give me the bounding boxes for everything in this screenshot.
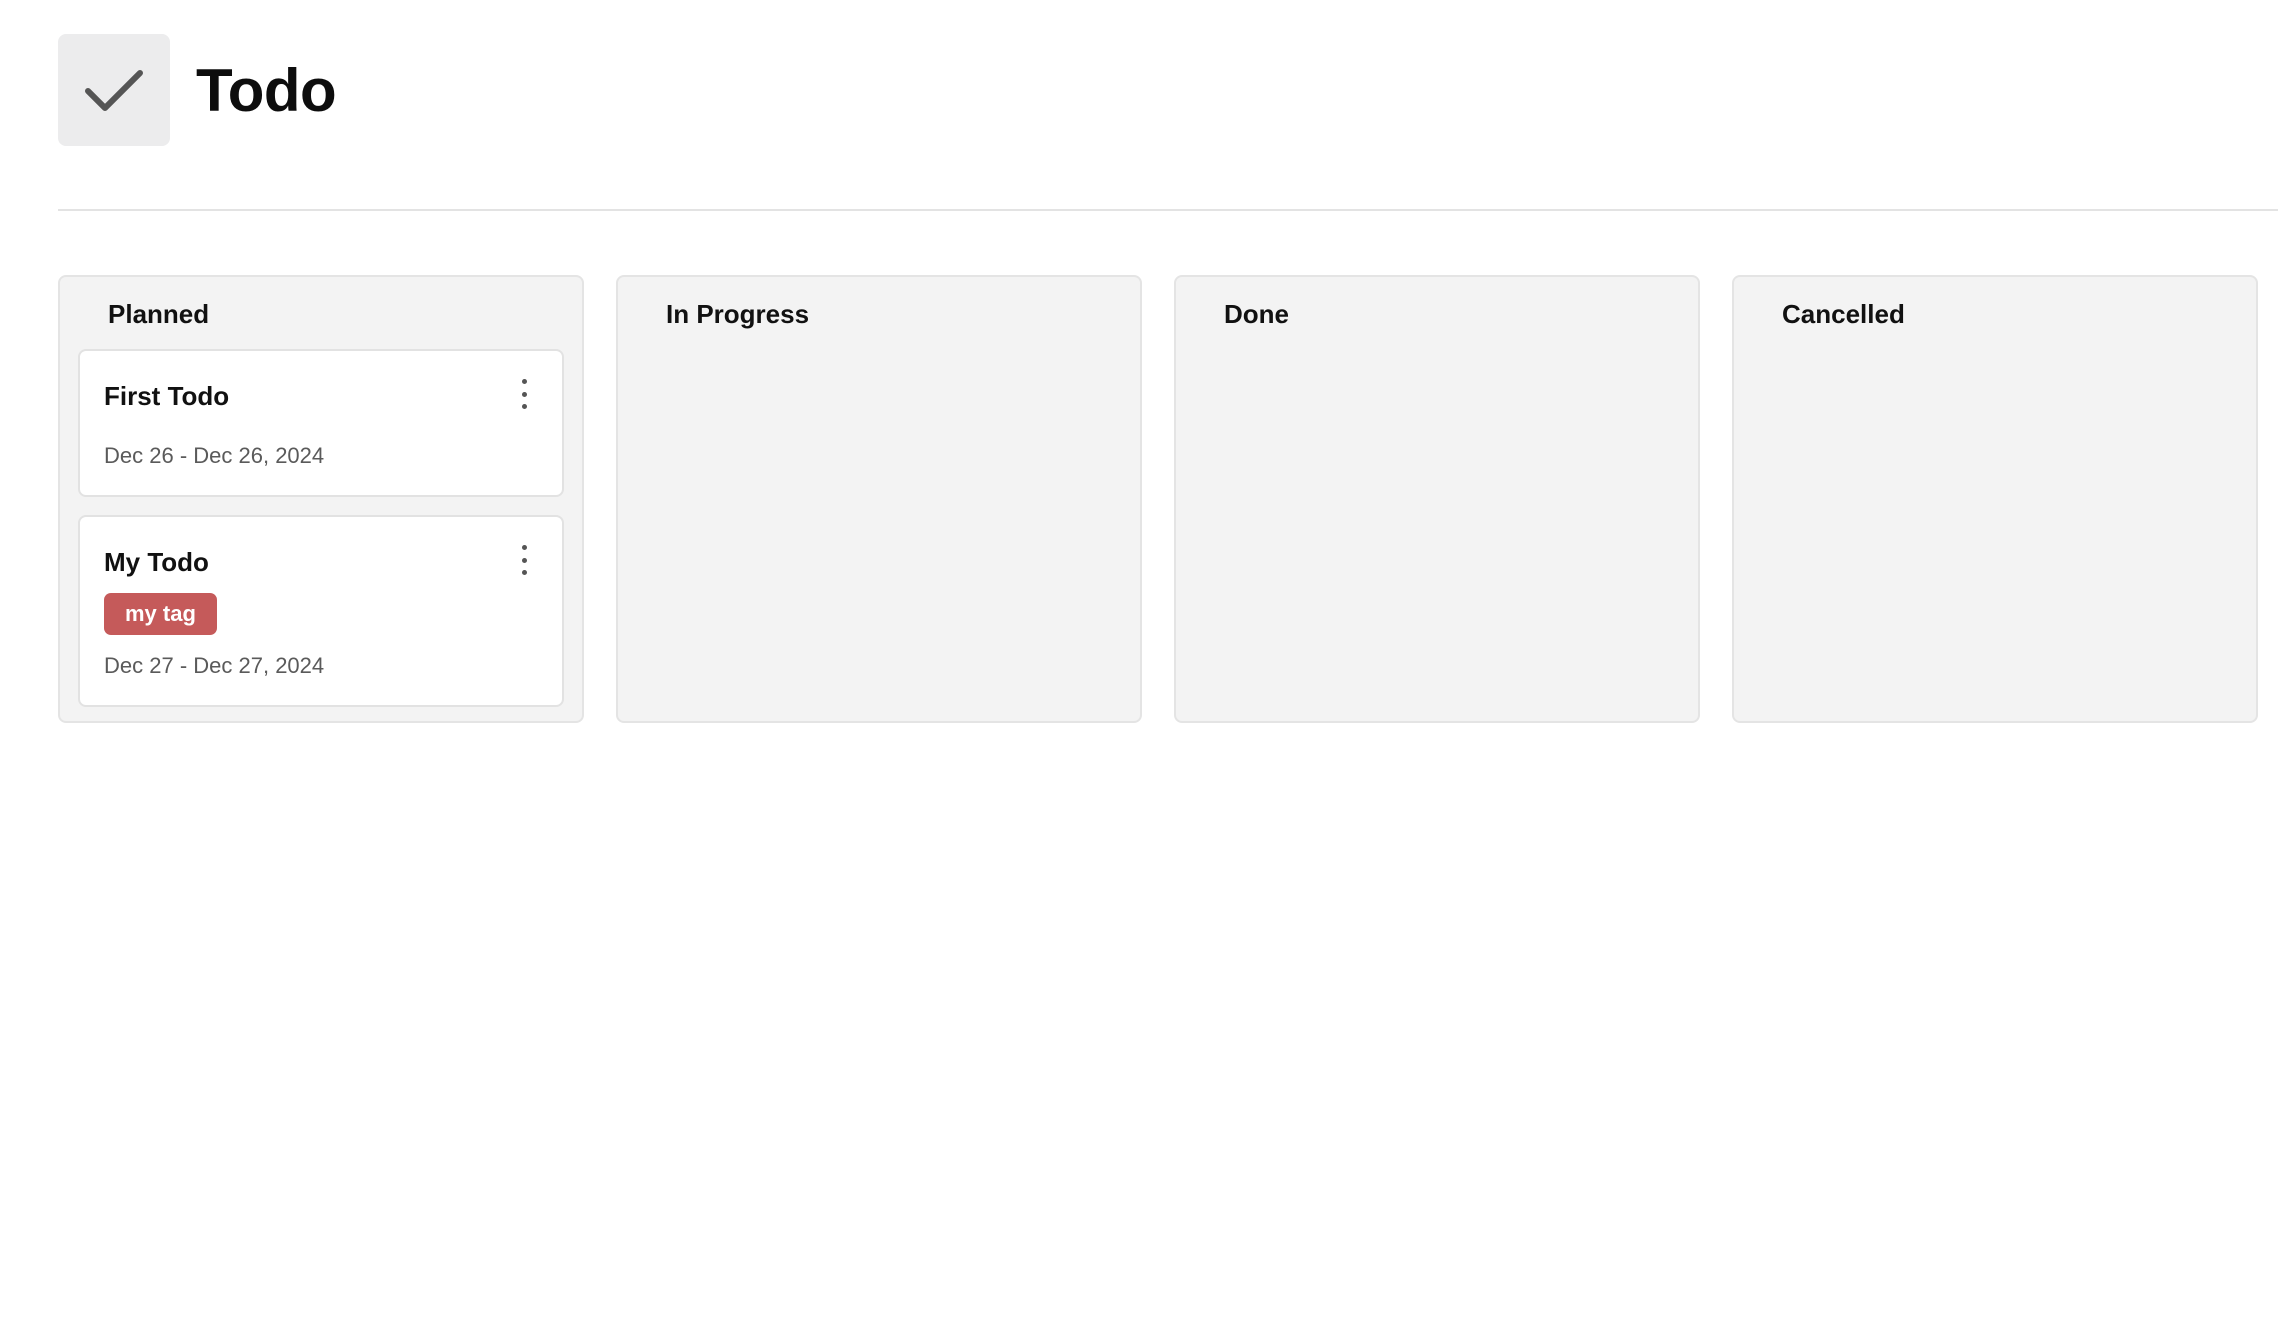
kanban-board: Planned First Todo Dec 26 - Dec 26, 2024… bbox=[58, 275, 2278, 723]
todo-card[interactable]: First Todo Dec 26 - Dec 26, 2024 bbox=[78, 349, 564, 497]
card-dates: Dec 26 - Dec 26, 2024 bbox=[104, 443, 325, 468]
column-title: In Progress bbox=[666, 299, 810, 329]
column-title: Cancelled bbox=[1782, 299, 1905, 329]
column-cancelled: Cancelled bbox=[1732, 275, 2258, 723]
app-logo bbox=[58, 34, 170, 146]
column-done: Done bbox=[1174, 275, 1700, 723]
column-title: Planned bbox=[108, 299, 210, 329]
card-title: My Todo bbox=[104, 547, 209, 577]
page: Todo Planned First Todo Dec 26 - Dec 26,… bbox=[0, 34, 2278, 1340]
page-title: Todo bbox=[196, 56, 337, 124]
check-icon bbox=[85, 70, 143, 111]
header-divider bbox=[58, 209, 2278, 211]
card-dates: Dec 27 - Dec 27, 2024 bbox=[104, 653, 325, 678]
todo-card[interactable]: My Todo my tag Dec 27 - Dec 27, 2024 bbox=[78, 515, 564, 707]
tag-badge[interactable]: my tag bbox=[104, 593, 217, 635]
app-header: Todo bbox=[58, 34, 2278, 146]
column-in-progress: In Progress bbox=[616, 275, 1142, 723]
column-title: Done bbox=[1224, 299, 1289, 329]
more-vert-icon[interactable] bbox=[516, 545, 532, 575]
card-title: First Todo bbox=[104, 381, 230, 411]
more-vert-icon[interactable] bbox=[516, 379, 532, 409]
column-planned: Planned First Todo Dec 26 - Dec 26, 2024… bbox=[58, 275, 584, 723]
